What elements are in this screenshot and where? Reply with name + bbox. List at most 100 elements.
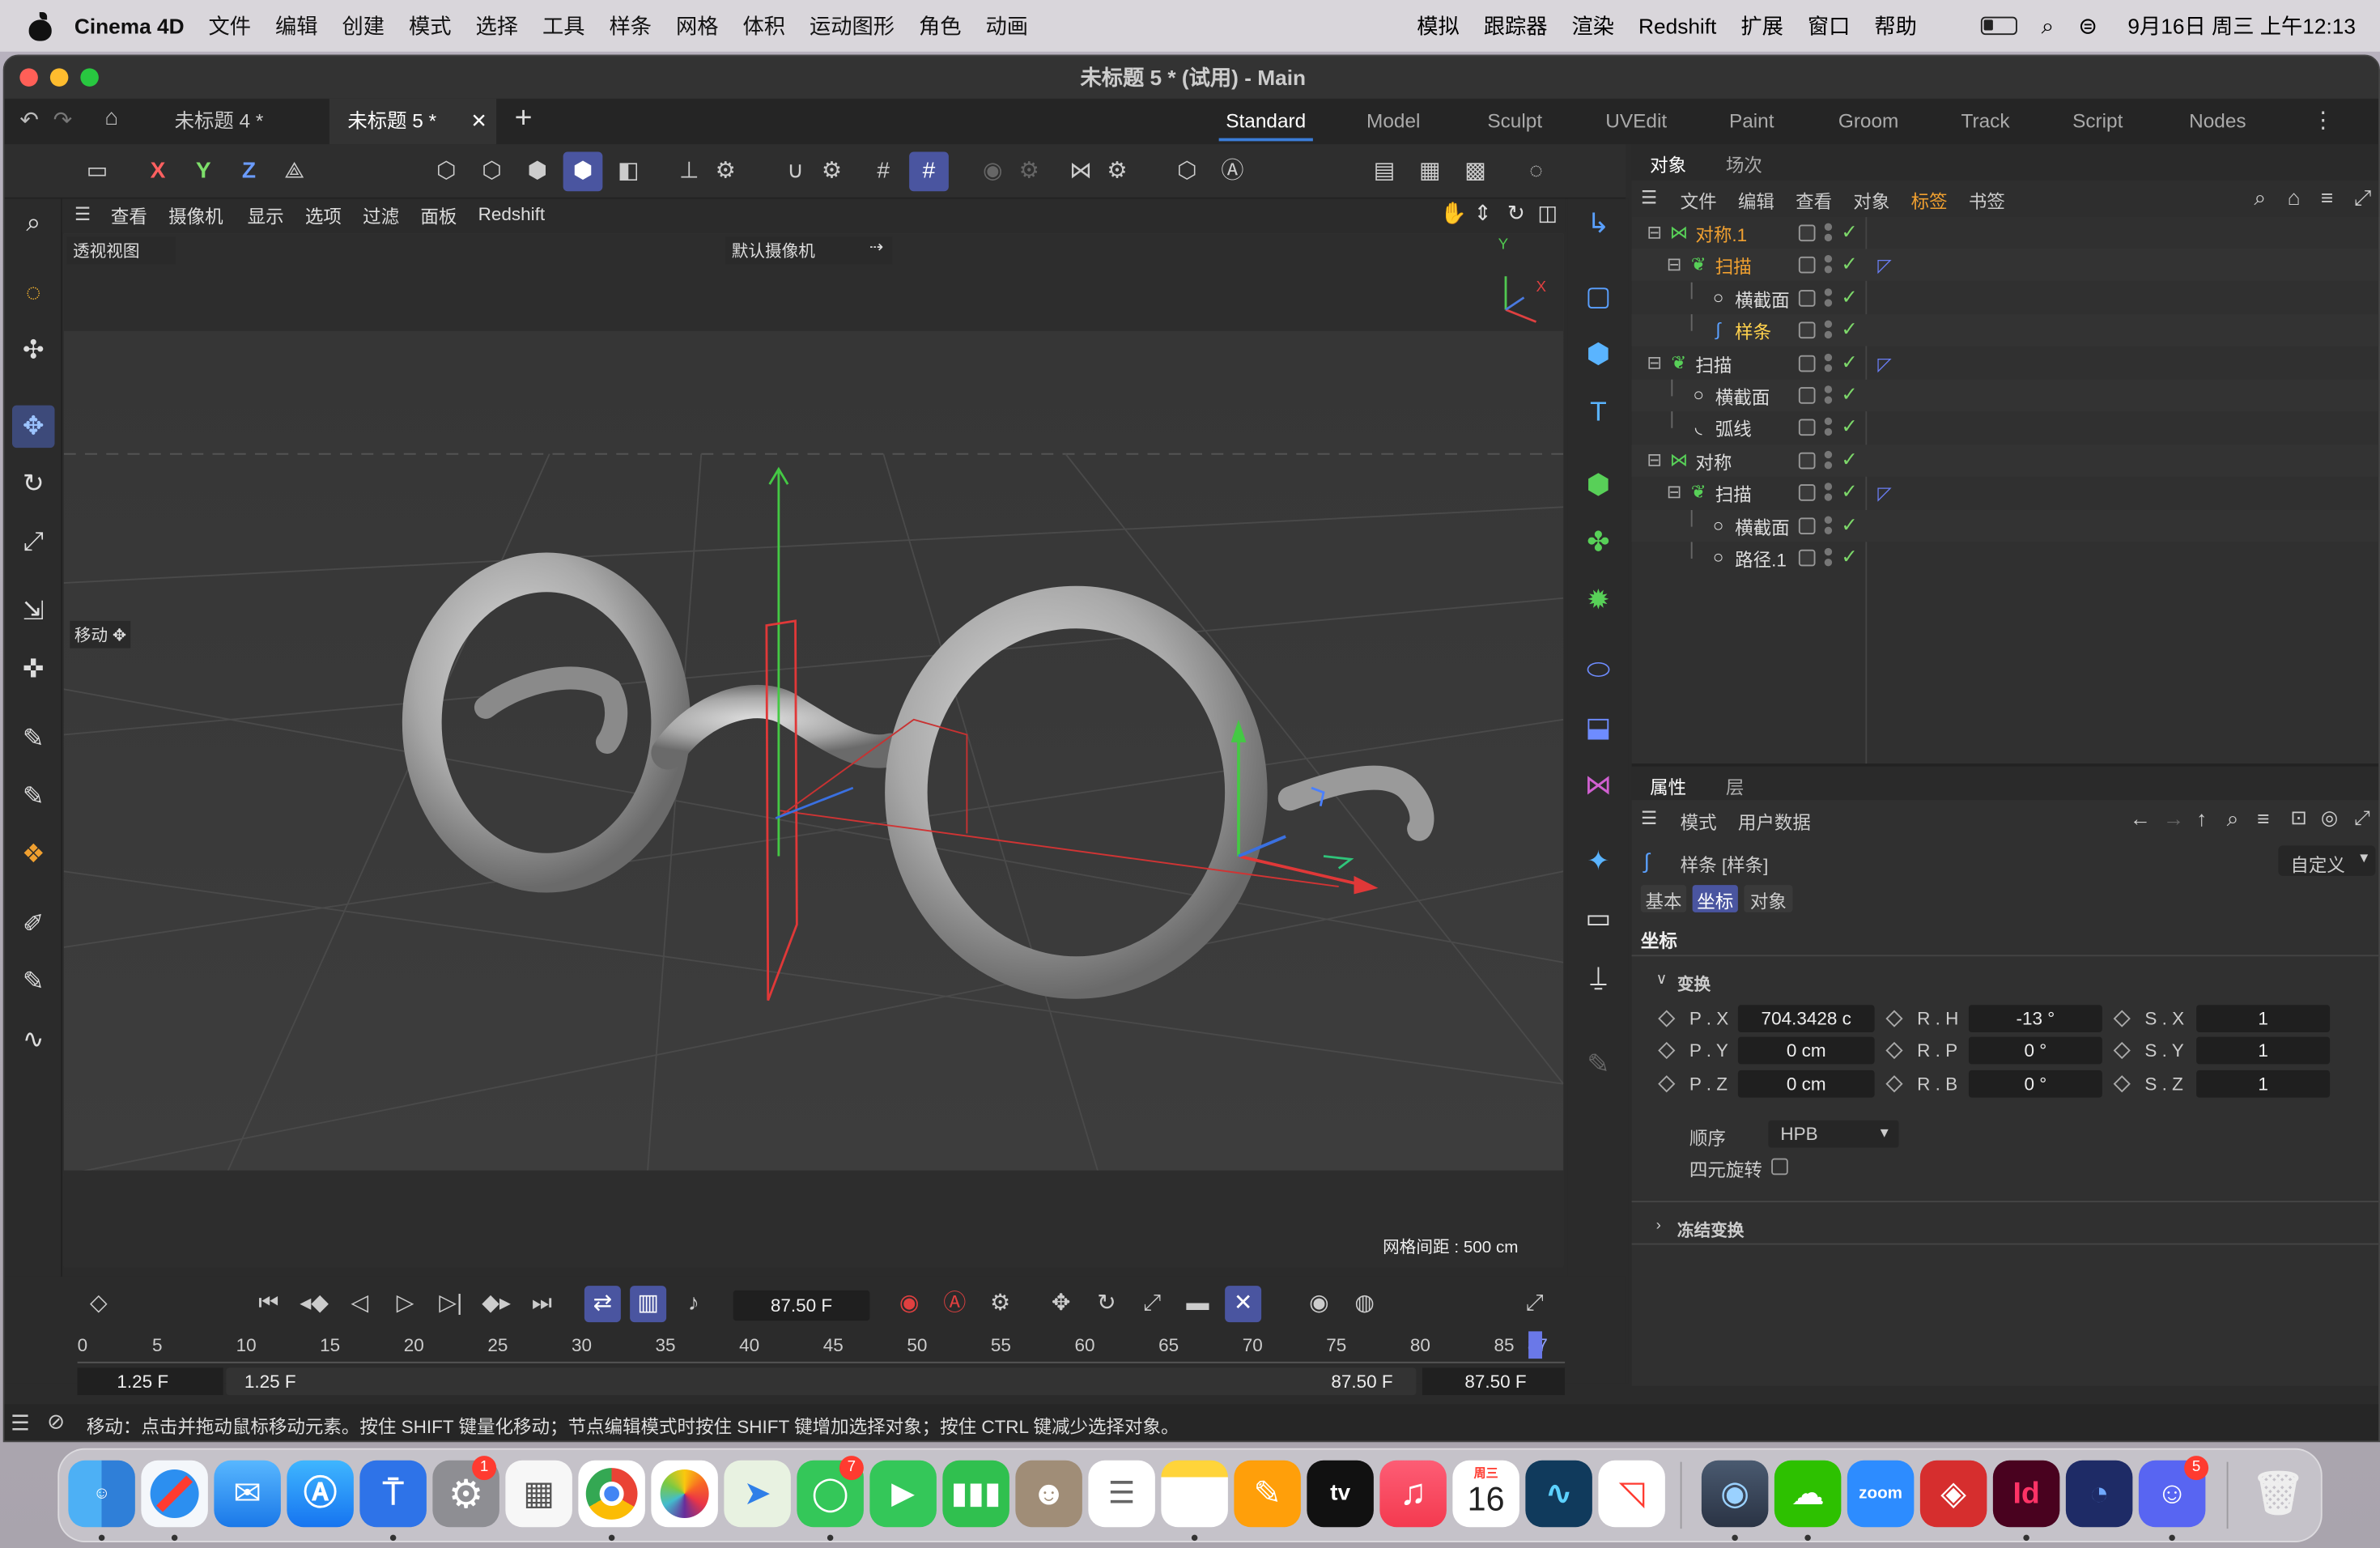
next-frame-icon[interactable]: ▷| bbox=[432, 1286, 469, 1322]
deformer-gear-icon[interactable]: ✹ bbox=[1577, 578, 1620, 621]
pan-view-icon[interactable]: ✋ bbox=[1440, 201, 1467, 227]
render-region-icon[interactable]: ▤ bbox=[1365, 152, 1405, 192]
news-icon[interactable]: ◹ bbox=[1598, 1460, 1665, 1528]
menu-spline[interactable]: 样条 bbox=[610, 11, 652, 41]
editor-visibility-icon[interactable] bbox=[1798, 549, 1816, 567]
key-settings-icon[interactable]: ⚙ bbox=[982, 1286, 1018, 1322]
move-tool-icon[interactable]: ✥ bbox=[12, 405, 55, 449]
expand-toggle-icon[interactable]: ⊟ bbox=[1664, 254, 1685, 275]
reminders-icon[interactable]: ☰ bbox=[1088, 1460, 1155, 1528]
keyframe-mode-icon[interactable]: ◇ bbox=[80, 1286, 117, 1322]
object-menu-icon[interactable]: ☰ bbox=[1641, 187, 1657, 208]
render-dots-icon[interactable] bbox=[1824, 449, 1833, 472]
menu-mode[interactable]: 模式 bbox=[409, 11, 452, 41]
phong-tag-icon[interactable]: ◸ bbox=[1877, 483, 1891, 504]
workplane-icon[interactable]: # bbox=[864, 152, 903, 192]
expand-toggle-icon[interactable]: ⊟ bbox=[1644, 351, 1665, 372]
workspace-sculpt[interactable]: Sculpt bbox=[1477, 99, 1553, 144]
brush-tool-icon[interactable]: ✐ bbox=[12, 904, 55, 946]
light-object-icon[interactable]: ⍊ bbox=[1577, 955, 1620, 997]
up-arrow-icon[interactable]: ↑ bbox=[2196, 806, 2207, 831]
spline-smooth-icon[interactable]: ✎ bbox=[12, 776, 55, 819]
cloner-icon[interactable]: ✤ bbox=[1577, 521, 1620, 563]
vp-menu-display[interactable]: 显示 bbox=[248, 203, 284, 229]
editor-visibility-icon[interactable] bbox=[1798, 452, 1816, 469]
menu-window[interactable]: 窗口 bbox=[1808, 11, 1851, 41]
subtab-coordinates[interactable]: 坐标 bbox=[1692, 885, 1738, 912]
perspective-viewport[interactable]: 透视视图 默认摄像机 ⇢ Y X 移动 ✥ bbox=[63, 233, 1564, 1266]
enabled-check-icon[interactable]: ✓ bbox=[1841, 253, 1862, 277]
soft-selection-icon[interactable]: ◉ bbox=[973, 152, 1013, 192]
key-scale-icon[interactable]: ⤢ bbox=[1134, 1286, 1171, 1322]
obj-menu-edit[interactable]: 编辑 bbox=[1738, 189, 1774, 215]
keyframe-pz-icon[interactable] bbox=[1658, 1075, 1676, 1093]
render-dots-icon[interactable] bbox=[1824, 514, 1833, 537]
object-mode-icon[interactable]: ▭ bbox=[78, 152, 117, 192]
transfer-tool-icon[interactable]: ⇲ bbox=[12, 590, 55, 633]
trash-icon[interactable]: 🗑 bbox=[2245, 1461, 2312, 1528]
expand-toggle-icon[interactable]: ⊟ bbox=[1644, 449, 1665, 470]
status-menu-icon[interactable]: ☰ bbox=[11, 1410, 30, 1436]
menu-extensions[interactable]: 扩展 bbox=[1740, 11, 1783, 41]
target-icon[interactable]: ◎ bbox=[2321, 806, 2338, 831]
toggle-view-icon[interactable]: ◫ bbox=[1537, 201, 1558, 227]
subtab-basic[interactable]: 基本 bbox=[1640, 885, 1687, 912]
key-param-icon[interactable]: ▬ bbox=[1179, 1286, 1216, 1322]
enabled-check-icon[interactable]: ✓ bbox=[1841, 448, 1862, 472]
clock[interactable]: 9月16日 周三 上午12:13 bbox=[2127, 11, 2356, 41]
coordinate-system-icon[interactable]: ⟁ bbox=[274, 152, 314, 192]
enabled-check-icon[interactable]: ✓ bbox=[1841, 317, 1862, 342]
zoom-icon[interactable]: zoom bbox=[1847, 1460, 1915, 1528]
preset-dropdown[interactable]: 自定义 ▼ bbox=[2278, 845, 2376, 876]
axis-z-lock-button[interactable]: Z bbox=[229, 152, 269, 192]
sy-field[interactable]: 1 bbox=[2196, 1036, 2331, 1065]
spline-rectangle-icon[interactable]: ▢ bbox=[1577, 274, 1620, 317]
minimize-window-button[interactable] bbox=[49, 68, 69, 87]
menu-help[interactable]: 帮助 bbox=[1874, 11, 1917, 41]
menu-volume[interactable]: 体积 bbox=[743, 11, 786, 41]
freehand-spline-icon[interactable]: ∿ bbox=[12, 1019, 55, 1061]
range-start-box[interactable]: 1.25 F bbox=[77, 1367, 223, 1396]
snap-settings-icon[interactable]: ⚙ bbox=[812, 152, 852, 192]
attr-menu-userdata[interactable]: 用户数据 bbox=[1738, 809, 1811, 835]
enabled-check-icon[interactable]: ✓ bbox=[1841, 220, 1862, 245]
new-tab-icon[interactable]: + bbox=[515, 102, 533, 137]
key-rotation-icon[interactable]: ↻ bbox=[1088, 1286, 1124, 1322]
object-row[interactable]: ◟ 弧线 ✓ bbox=[1632, 411, 2379, 444]
cube-primitive-icon[interactable]: ⬢ bbox=[1577, 333, 1620, 376]
close-window-button[interactable] bbox=[19, 68, 38, 87]
keyframe-rp-icon[interactable] bbox=[1885, 1041, 1903, 1060]
rp-field[interactable]: 0 ° bbox=[1968, 1036, 2102, 1065]
menu-app-name[interactable]: Cinema 4D bbox=[74, 14, 185, 38]
py-field[interactable]: 0 cm bbox=[1737, 1036, 1875, 1065]
object-row[interactable]: ○ 路径.1 ✓ bbox=[1632, 542, 2379, 573]
object-row[interactable]: ○ 横截面 ✓ bbox=[1631, 379, 2379, 412]
render-settings-icon[interactable]: ▩ bbox=[1456, 152, 1495, 192]
editor-visibility-icon[interactable] bbox=[1798, 419, 1816, 436]
scale-tool-icon[interactable]: ⤢ bbox=[12, 521, 55, 563]
object-row[interactable]: ⊟ ⋈ 对称.1 ✓ bbox=[1632, 217, 2379, 249]
keyframe-rh-icon[interactable] bbox=[1885, 1010, 1903, 1027]
chevron-right-icon[interactable]: › bbox=[1656, 1218, 1661, 1235]
subtab-object[interactable]: 对象 bbox=[1744, 885, 1793, 912]
menu-simulate[interactable]: 模拟 bbox=[1417, 11, 1460, 41]
wechat-icon[interactable]: ☁ bbox=[1774, 1460, 1842, 1528]
obj-menu-file[interactable]: 文件 bbox=[1681, 189, 1717, 215]
cinema4d-dock-icon[interactable]: ◉ bbox=[1701, 1460, 1769, 1528]
numbers-icon[interactable]: ▮▮▮ bbox=[942, 1460, 1009, 1528]
render-dots-icon[interactable] bbox=[1824, 222, 1833, 245]
render-dots-icon[interactable] bbox=[1824, 351, 1833, 374]
keyframe-sy-icon[interactable] bbox=[2113, 1041, 2131, 1060]
field-icon[interactable]: ⬭ bbox=[1577, 649, 1620, 691]
keyframe-sx-icon[interactable] bbox=[2113, 1010, 2131, 1027]
redshift-render-icon[interactable]: ◌ bbox=[1516, 152, 1556, 192]
rh-field[interactable]: -13 ° bbox=[1968, 1005, 2102, 1032]
object-row[interactable]: ⊟ ⋈ 对称 ✓ bbox=[1631, 444, 2379, 477]
home-icon[interactable]: ⌂ bbox=[104, 104, 118, 130]
attr-filter-icon[interactable]: ≡ bbox=[2257, 806, 2269, 831]
key-position-icon[interactable]: ✥ bbox=[1043, 1286, 1079, 1322]
render-dots-icon[interactable] bbox=[1824, 254, 1833, 277]
auto-keyframe-icon[interactable]: Ⓐ bbox=[1213, 152, 1252, 192]
indesign-icon[interactable]: Id bbox=[1992, 1460, 2060, 1528]
object-search-icon[interactable]: ⌕ bbox=[2254, 185, 2266, 211]
